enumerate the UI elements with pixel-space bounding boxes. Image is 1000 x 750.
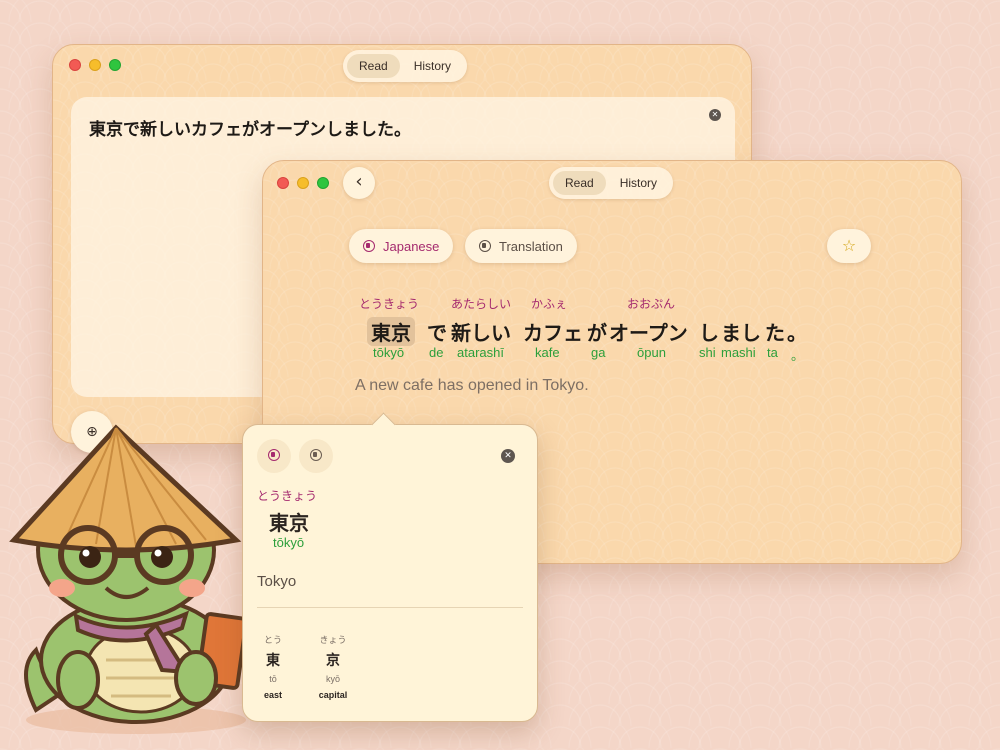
popover-furigana: とうきょう bbox=[257, 489, 318, 503]
tab-read[interactable]: Read bbox=[347, 54, 400, 78]
char-furigana: とう bbox=[263, 636, 282, 646]
divider bbox=[257, 607, 523, 608]
close-icon[interactable]: ✕ bbox=[501, 449, 515, 463]
window-controls bbox=[69, 59, 121, 71]
char-kanji: 東 bbox=[266, 653, 280, 669]
token-text: まし bbox=[721, 321, 761, 345]
speaker-icon[interactable] bbox=[257, 439, 291, 473]
tab-history[interactable]: History bbox=[402, 54, 463, 78]
token-romaji: ga bbox=[591, 345, 606, 360]
speaker-glyph bbox=[268, 449, 280, 461]
popover-word: 東京 bbox=[269, 511, 309, 535]
token-text: 。 bbox=[787, 321, 807, 345]
char-romaji: kyō bbox=[325, 674, 340, 684]
char-meaning: east bbox=[263, 690, 282, 700]
token-romaji: ta bbox=[767, 345, 778, 360]
play-translation-button[interactable]: Translation bbox=[465, 229, 577, 263]
character-breakdown-item: とう 東 tō east bbox=[243, 633, 303, 700]
token-romaji: kafe bbox=[535, 345, 560, 360]
minimize-window-button[interactable] bbox=[89, 59, 101, 71]
close-window-button[interactable] bbox=[277, 177, 289, 189]
translation-text: A new cafe has opened in Tokyo. bbox=[355, 377, 589, 394]
token-text: で bbox=[427, 321, 447, 345]
token-furigana: とうきょう bbox=[359, 297, 420, 311]
token-text: カフェ bbox=[523, 321, 583, 345]
token-text: し bbox=[699, 321, 719, 345]
play-translation-label: Translation bbox=[499, 238, 563, 254]
window-controls bbox=[277, 177, 329, 189]
mode-segmented-control: Read History bbox=[549, 167, 674, 199]
zoom-window-button[interactable] bbox=[317, 177, 329, 189]
speaker-glyph bbox=[310, 449, 322, 461]
char-kanji: 京 bbox=[326, 653, 340, 669]
token-furigana: あたらしい bbox=[451, 297, 512, 311]
turtle-mascot-illustration bbox=[9, 424, 249, 734]
popover-romaji: tōkyō bbox=[273, 535, 305, 550]
tab-read[interactable]: Read bbox=[553, 171, 606, 195]
char-meaning: capital bbox=[318, 690, 348, 700]
token-furigana: かふぇ bbox=[531, 297, 568, 311]
token-furigana: おおぷん bbox=[627, 297, 676, 311]
token-text: が bbox=[587, 321, 607, 345]
chevron-left-icon[interactable]: ‹ bbox=[343, 167, 375, 199]
mode-segmented-control: Read History bbox=[343, 50, 468, 82]
speaker-icon bbox=[363, 240, 375, 252]
play-japanese-button[interactable]: Japanese bbox=[349, 229, 454, 263]
star-icon[interactable]: ☆ bbox=[827, 229, 871, 263]
token-romaji: shi bbox=[699, 345, 716, 360]
tab-history[interactable]: History bbox=[608, 171, 669, 195]
input-text[interactable]: 東京で新しいカフェがオープンしました。 bbox=[89, 115, 717, 140]
token-text: た bbox=[765, 321, 785, 345]
speaker-icon bbox=[479, 240, 491, 252]
token-romaji: 。 bbox=[791, 348, 805, 363]
play-japanese-label: Japanese bbox=[383, 238, 440, 254]
word-detail-popover: ✕ とうきょう 東京 tōkyō Tokyo とう 東 tō east きょう … bbox=[242, 424, 538, 722]
minimize-window-button[interactable] bbox=[297, 177, 309, 189]
token-text: オープン bbox=[609, 321, 688, 345]
token-text: 東京 bbox=[367, 317, 415, 346]
token-romaji: mashi bbox=[721, 345, 756, 360]
token-romaji: tōkyō bbox=[373, 345, 405, 360]
char-furigana: きょう bbox=[319, 636, 347, 646]
zoom-window-button[interactable] bbox=[109, 59, 121, 71]
speaker-slow-icon[interactable] bbox=[299, 439, 333, 473]
popover-meaning: Tokyo bbox=[257, 573, 297, 590]
token-romaji: de bbox=[429, 345, 444, 360]
close-window-button[interactable] bbox=[69, 59, 81, 71]
character-breakdown-item: きょう 京 kyō capital bbox=[303, 633, 363, 700]
char-romaji: tō bbox=[269, 674, 277, 684]
token-romaji: atarashī bbox=[457, 345, 504, 360]
token-text: 新しい bbox=[451, 321, 511, 345]
close-icon[interactable]: ✕ bbox=[709, 109, 721, 121]
token-romaji: ōpun bbox=[637, 345, 666, 360]
